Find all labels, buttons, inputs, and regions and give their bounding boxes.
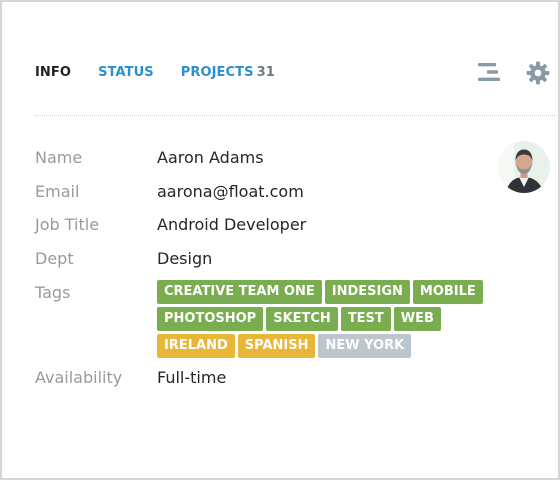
tag-badge: SPANISH: [237, 334, 316, 358]
name-label: Name: [35, 148, 83, 167]
tag-badge: IRELAND: [157, 334, 235, 358]
job-title-label: Job Title: [35, 215, 100, 234]
tag-badge: SKETCH: [266, 307, 338, 331]
avatar-photo: [498, 141, 550, 193]
job-title-value: Android Developer: [157, 215, 307, 234]
dept-value: Design: [157, 249, 213, 268]
tag-badge: WEB: [393, 307, 441, 331]
tab-projects[interactable]: PROJECTS 31: [181, 65, 275, 80]
tab-projects-label: PROJECTS: [180, 65, 254, 80]
avatar: [498, 141, 550, 193]
person-info-panel: INFO STATUS PROJECTS 31 Name Aaron Adams…: [0, 0, 560, 480]
tags-label: Tags: [35, 283, 71, 302]
tag-badge: TEST: [340, 307, 391, 331]
tab-status[interactable]: STATUS: [98, 65, 154, 80]
tag-badge: PHOTOSHOP: [157, 307, 264, 331]
tag-badge: MOBILE: [412, 280, 483, 304]
projects-count: 31: [256, 65, 275, 80]
email-value: aarona@float.com: [157, 182, 304, 201]
tab-bar: INFO STATUS PROJECTS 31: [35, 65, 302, 80]
tag-badge: NEW YORK: [318, 334, 412, 358]
gear-icon[interactable]: [525, 60, 551, 90]
tag-badge: CREATIVE TEAM ONE: [157, 280, 322, 304]
tag-badge: INDESIGN: [324, 280, 410, 304]
availability-value: Full-time: [157, 368, 227, 387]
tag-list: CREATIVE TEAM ONE INDESIGN MOBILE PHOTOS…: [157, 280, 517, 358]
header-divider: [35, 115, 557, 116]
availability-label: Availability: [35, 368, 123, 387]
email-label: Email: [35, 182, 80, 201]
name-value: Aaron Adams: [157, 148, 264, 167]
tab-info[interactable]: INFO: [35, 65, 71, 80]
dept-label: Dept: [35, 249, 74, 268]
list-lines-icon[interactable]: [476, 60, 502, 88]
